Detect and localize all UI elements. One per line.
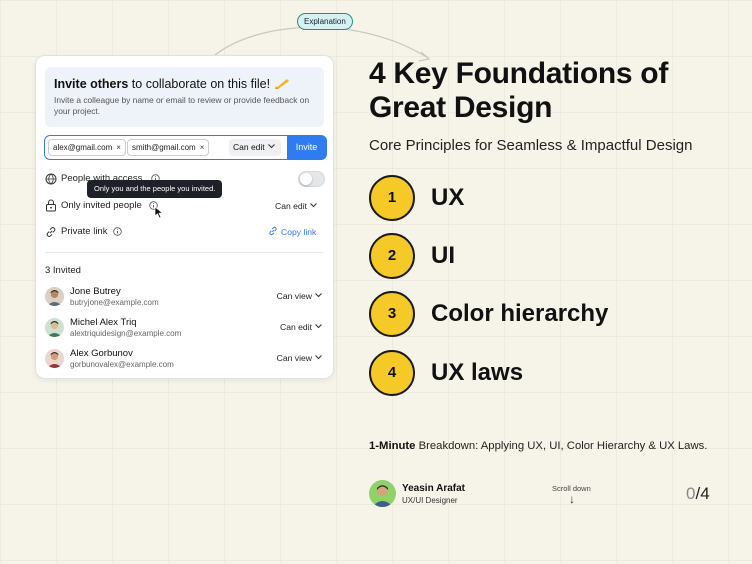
person-email: alextriquidesign@example.com <box>70 329 182 338</box>
only-invited-label: Only invited people <box>61 200 142 211</box>
invited-count: 3 Invited <box>45 265 81 276</box>
explanation-pill: Explanation <box>297 13 353 30</box>
down-arrow-icon: ↓ <box>569 492 575 506</box>
toggle-knob <box>300 173 312 185</box>
author-name: Yeasin Arafat <box>402 483 465 494</box>
invite-banner: Invite others to collaborate on this fil… <box>45 67 324 127</box>
avatar <box>45 318 64 337</box>
pencil-icon <box>275 79 290 89</box>
close-icon[interactable]: × <box>200 143 205 152</box>
email-chip[interactable]: smith@gmail.com × <box>127 139 210 156</box>
banner-description: Invite a colleague by name or email to r… <box>54 95 310 116</box>
list-item: Michel Alex Triq alextriquidesign@exampl… <box>45 316 324 340</box>
chevron-down-icon <box>310 203 317 208</box>
foundation-label: UX laws <box>431 359 524 386</box>
globe-icon <box>45 173 57 185</box>
number-badge: 1 <box>369 175 415 221</box>
close-icon[interactable]: × <box>116 143 121 152</box>
chevron-down-icon <box>315 324 322 329</box>
link-icon <box>46 227 56 237</box>
list-item: Jone Butrey butryjone@example.com Can vi… <box>45 285 324 309</box>
author-role: UX/UI Designer <box>402 496 458 505</box>
number-badge: 4 <box>369 350 415 396</box>
person-role-dropdown[interactable]: Can view <box>277 353 322 363</box>
person-role-dropdown[interactable]: Can edit <box>280 322 322 332</box>
page-title: 4 Key Foundations of Great Design <box>369 57 669 124</box>
chevron-down-icon <box>315 293 322 298</box>
person-name: Michel Alex Triq <box>70 317 137 328</box>
foundation-label: UX <box>431 184 465 211</box>
access-toggle[interactable] <box>298 171 325 187</box>
avatar <box>45 349 64 368</box>
email-chip[interactable]: alex@gmail.com × <box>48 139 126 156</box>
person-email: butryjone@example.com <box>70 298 159 307</box>
invite-button[interactable]: Invite <box>286 134 327 160</box>
chevron-down-icon <box>315 355 322 360</box>
subtitle: Core Principles for Seamless & Impactful… <box>369 137 693 154</box>
page-counter: 0/4 <box>686 484 710 503</box>
copy-link-button[interactable]: Copy link <box>268 226 316 237</box>
foundation-label: Color hierarchy <box>431 300 609 327</box>
info-tooltip: Only you and the people you invited. <box>87 180 223 198</box>
only-invited-role-dropdown[interactable]: Can edit <box>275 201 317 211</box>
breakdown-text: 1-Minute Breakdown: Applying UX, UI, Col… <box>369 440 708 452</box>
number-badge: 2 <box>369 233 415 279</box>
cursor-icon <box>154 206 164 219</box>
person-email: gorbunovalex@example.com <box>70 360 174 369</box>
share-dialog: Invite others to collaborate on this fil… <box>35 55 334 379</box>
lock-icon <box>46 199 56 212</box>
person-role-dropdown[interactable]: Can view <box>277 291 322 301</box>
divider <box>45 252 324 253</box>
role-select[interactable]: Can edit <box>229 139 281 156</box>
list-item: Alex Gorbunov gorbunovalex@example.com C… <box>45 347 324 371</box>
chevron-down-icon <box>267 144 275 149</box>
private-link-label: Private link <box>61 226 108 237</box>
person-name: Jone Butrey <box>70 286 121 297</box>
number-badge: 3 <box>369 291 415 337</box>
person-name: Alex Gorbunov <box>70 348 133 359</box>
avatar <box>369 480 396 507</box>
invite-field[interactable]: alex@gmail.com × smith@gmail.com × Can edi… <box>44 134 327 160</box>
link-icon <box>269 226 277 236</box>
banner-title: Invite others to collaborate on this fil… <box>54 76 315 92</box>
foundation-label: UI <box>431 242 455 269</box>
info-icon[interactable] <box>113 227 122 236</box>
avatar <box>45 287 64 306</box>
